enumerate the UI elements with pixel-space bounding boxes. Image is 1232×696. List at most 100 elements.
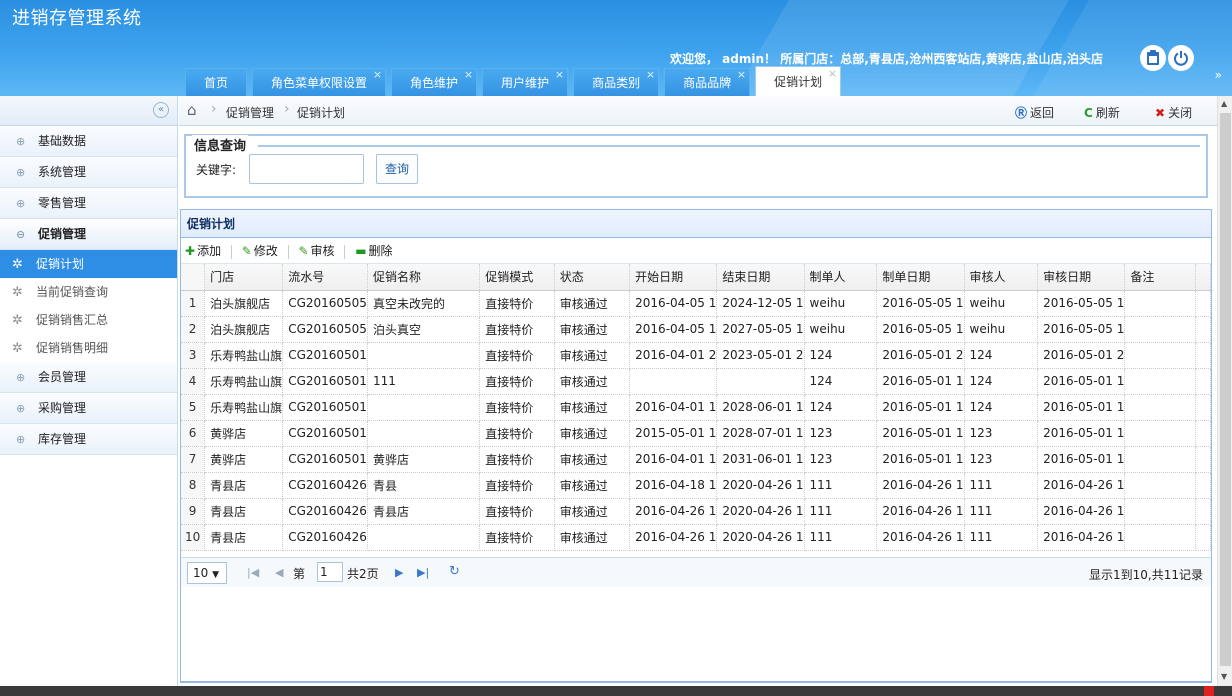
delete-button[interactable]: ▬ 删除 <box>355 238 392 264</box>
sidebar-group-5[interactable]: ⊕ 采购管理 <box>0 393 177 424</box>
column-header[interactable]: 流水号 <box>282 264 368 291</box>
table-cell <box>367 342 481 369</box>
table-cell: 直接特价 <box>479 368 555 395</box>
column-header[interactable]: 审核人 <box>964 264 1039 291</box>
sidebar-group-6[interactable]: ⊕ 库存管理 <box>0 424 177 455</box>
home-icon[interactable]: ⌂ <box>187 101 197 119</box>
close-tab-icon[interactable]: × <box>646 61 655 89</box>
close-button[interactable]: ✖ 关闭 <box>1155 104 1192 121</box>
tab-4[interactable]: 商品类别 × <box>573 68 660 96</box>
page-number-input[interactable]: 1 <box>317 562 343 582</box>
tab-3[interactable]: 用户维护 × <box>482 68 569 96</box>
sidebar-group-1[interactable]: ⊕ 系统管理 <box>0 157 177 188</box>
column-header[interactable]: 备注 <box>1124 264 1197 291</box>
plus-circle-icon: ⊕ <box>16 433 26 446</box>
toolbar-divider <box>344 244 346 259</box>
table-cell: 124 <box>804 368 878 395</box>
table-cell: 直接特价 <box>479 420 555 447</box>
column-header[interactable]: 状态 <box>554 264 631 291</box>
refresh-button[interactable]: C 刷新 <box>1084 104 1120 121</box>
audit-button[interactable]: ✎ 审核 <box>298 238 334 264</box>
first-page-icon[interactable]: |◀ <box>247 566 259 579</box>
keyword-input[interactable] <box>249 154 364 184</box>
grid-toolbar: ✚ 添加 ✎ 修改 ✎ 审核 ▬ 删除 <box>181 238 1211 264</box>
sidebar-group-label: 库存管理 <box>38 432 87 446</box>
sidebar-collapse-icon[interactable]: « <box>153 102 169 118</box>
page-size-select[interactable]: 10 ▼ <box>187 562 227 584</box>
close-tab-icon[interactable]: × <box>373 61 382 89</box>
column-header[interactable]: 促销名称 <box>367 264 481 291</box>
sidebar-group-3[interactable]: ⊖ 促销管理 <box>0 219 177 250</box>
pencil-icon: ✎ <box>298 244 309 258</box>
breadcrumb-item[interactable]: 促销计划 <box>297 104 345 121</box>
back-button[interactable]: Ⓡ 返回 <box>1015 104 1054 121</box>
close-tab-icon[interactable]: × <box>737 61 746 89</box>
sidebar-item-1[interactable]: ✲ 当前促销查询 <box>0 278 177 306</box>
scroll-down-icon[interactable]: ▼ <box>1221 672 1227 681</box>
sidebar-item-0[interactable]: ✲ 促销计划 <box>0 250 177 278</box>
page-size-value: 10 <box>193 566 209 580</box>
scroll-up-icon[interactable]: ▲ <box>1221 99 1227 108</box>
record-count-text: 显示1到10,共11记录 <box>1089 568 1203 582</box>
row-number: 9 <box>181 498 206 525</box>
tab-6[interactable]: 促销计划 × <box>755 66 842 96</box>
tab-2[interactable]: 角色维护 × <box>391 68 478 96</box>
clipboard-icon[interactable] <box>1140 45 1166 71</box>
table-cell: 泊头真空 <box>367 316 481 343</box>
column-header[interactable]: 促销模式 <box>479 264 555 291</box>
sidebar-group-label: 系统管理 <box>38 165 87 179</box>
table-row[interactable]: 10 青县店 CG20160426 直接特价 审核通过 2016-04-26 1 2020-… <box>181 524 1211 551</box>
column-header[interactable]: 结束日期 <box>716 264 805 291</box>
table-row[interactable]: 9 青县店 CG20160426 青县店 直接特价 审核通过 2016-04-26 1 202… <box>181 498 1211 525</box>
table-row[interactable]: 6 黄骅店 CG20160501 直接特价 审核通过 2015-05-01 1 2028-0… <box>181 420 1211 447</box>
double-chevron-up-icon[interactable]: » <box>1215 68 1222 82</box>
tab-5[interactable]: 商品品牌 × <box>664 68 751 96</box>
sidebar-item-2[interactable]: ✲ 促销销售汇总 <box>0 306 177 334</box>
sidebar-header: « <box>0 96 177 126</box>
next-page-icon[interactable]: ▶ <box>395 566 403 579</box>
query-button[interactable]: 查询 <box>376 154 418 184</box>
table-cell-filler <box>1195 472 1211 499</box>
table-row[interactable]: 5 乐寿鸭盐山旗 CG20160501 直接特价 审核通过 2016-04-01 1 202… <box>181 394 1211 421</box>
close-tab-icon[interactable]: × <box>828 59 837 89</box>
power-icon[interactable] <box>1168 45 1194 71</box>
add-button[interactable]: ✚ 添加 <box>185 238 221 264</box>
table-cell: 直接特价 <box>479 290 555 317</box>
table-row[interactable]: 4 乐寿鸭盐山旗 CG20160501 111 直接特价 审核通过 124 2016-05-0… <box>181 368 1211 395</box>
column-header[interactable]: 门店 <box>204 264 284 291</box>
table-cell-filler <box>1195 290 1211 317</box>
vertical-scrollbar[interactable]: ▲ ▼ <box>1217 96 1232 686</box>
scrollbar-thumb[interactable] <box>1220 113 1231 666</box>
table-cell <box>1124 498 1197 525</box>
minus-icon: ▬ <box>355 244 367 258</box>
breadcrumb-item[interactable]: 促销管理 <box>226 104 274 121</box>
column-header[interactable]: 制单人 <box>804 264 878 291</box>
close-tab-icon[interactable]: × <box>464 61 473 89</box>
table-cell: 直接特价 <box>479 316 555 343</box>
tab-0[interactable]: 首页 <box>185 68 248 96</box>
table-row[interactable]: 2 泊头旗舰店 CG20160505 泊头真空 直接特价 审核通过 2016-04-05 1… <box>181 316 1211 343</box>
table-row[interactable]: 7 黄骅店 CG20160501 黄骅店 直接特价 审核通过 2016-04-01 1 203… <box>181 446 1211 473</box>
sidebar-item-3[interactable]: ✲ 促销销售明细 <box>0 334 177 362</box>
table-row[interactable]: 8 青县店 CG20160426 青县 直接特价 审核通过 2016-04-18 1 2020… <box>181 472 1211 499</box>
tab-1[interactable]: 角色菜单权限设置 × <box>252 68 387 96</box>
column-header[interactable]: 开始日期 <box>629 264 718 291</box>
last-page-icon[interactable]: ▶| <box>417 566 429 579</box>
close-tab-icon[interactable]: × <box>555 61 564 89</box>
footer-bar <box>0 686 1232 696</box>
table-cell: 2027-05-05 1 <box>716 316 805 343</box>
column-header[interactable]: 审核日期 <box>1037 264 1126 291</box>
welcome-text: 欢迎您， admin！ 所属门店：总部,青县店,沧州西客站店,黄骅店,盐山店,泊… <box>670 52 1103 66</box>
column-header[interactable]: 制单日期 <box>876 264 965 291</box>
edit-button[interactable]: ✎ 修改 <box>242 238 278 264</box>
prev-page-icon[interactable]: ◀ <box>275 566 283 579</box>
reload-icon[interactable]: ↻ <box>449 564 460 579</box>
sidebar-group-2[interactable]: ⊕ 零售管理 <box>0 188 177 219</box>
plus-circle-icon: ⊕ <box>16 371 26 384</box>
table-row[interactable]: 1 泊头旗舰店 CG20160505 真空未改完的 直接特价 审核通过 2016-04-05… <box>181 290 1211 317</box>
table-row[interactable]: 3 乐寿鸭盐山旗 CG20160501 直接特价 审核通过 2016-04-01 2 202… <box>181 342 1211 369</box>
sidebar-group-0[interactable]: ⊕ 基础数据 <box>0 126 177 157</box>
sidebar-group-4[interactable]: ⊕ 会员管理 <box>0 362 177 393</box>
table-header-row: 门店 流水号 促销名称 促销模式 状态 开始日期 结束日期 制单人 制单日期 审核人 审核日期 备注 <box>181 264 1211 291</box>
table-cell: weihu <box>804 290 878 317</box>
